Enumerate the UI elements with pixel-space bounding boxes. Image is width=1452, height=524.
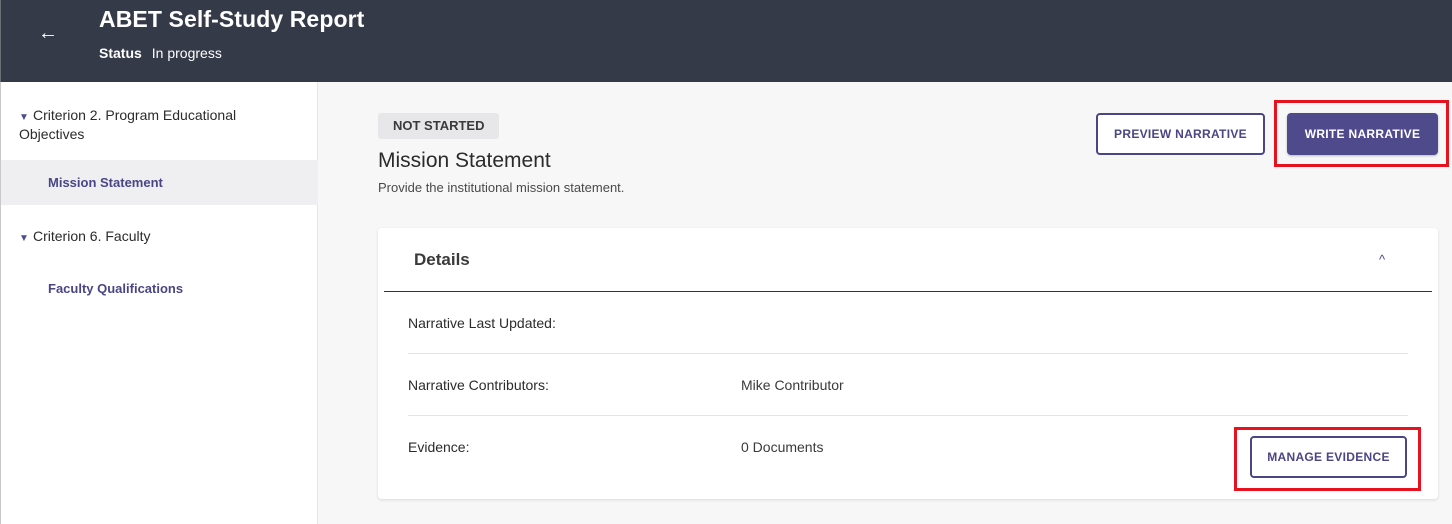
caret-down-icon: ▼ (19, 112, 29, 123)
details-card: Details ^ Narrative Last Updated: Narrat… (378, 228, 1438, 499)
criterion-label: Criterion 2. Program Educational Objecti… (19, 107, 237, 142)
sidebar-item-mission-statement[interactable]: Mission Statement (1, 160, 318, 205)
evidence-label: Evidence: (408, 439, 470, 455)
evidence-value: 0 Documents (741, 439, 824, 455)
status-label: Status (99, 45, 142, 61)
write-narrative-button[interactable]: WRITE NARRATIVE (1287, 113, 1438, 155)
sidebar: ▼ Criterion 2. Program Educational Object… (0, 82, 318, 524)
app-header: ← ABET Self-Study Report Status In progre… (0, 0, 1452, 82)
narrative-contributors-label: Narrative Contributors: (408, 377, 549, 393)
caret-down-icon: ▼ (19, 233, 29, 244)
divider (408, 415, 1408, 416)
chevron-up-icon: ^ (1378, 252, 1386, 267)
sidebar-item-label: Faculty Qualifications (48, 281, 184, 296)
divider (408, 353, 1408, 354)
preview-narrative-button[interactable]: PREVIEW NARRATIVE (1096, 113, 1265, 155)
details-title: Details (414, 250, 470, 269)
main-content: NOT STARTED Mission Statement Provide th… (319, 82, 1452, 524)
sidebar-criterion-6[interactable]: ▼ Criterion 6. Faculty (19, 228, 150, 247)
manage-evidence-button[interactable]: MANAGE EVIDENCE (1250, 436, 1407, 478)
status-row: Status In progress (99, 45, 222, 61)
sidebar-item-label: Mission Statement (48, 175, 163, 190)
page-title: ABET Self-Study Report (99, 6, 365, 32)
sidebar-criterion-2[interactable]: ▼ Criterion 2. Program Educational Object… (19, 107, 289, 143)
narrative-contributors-value: Mike Contributor (741, 377, 844, 393)
status-badge: NOT STARTED (378, 113, 500, 139)
section-subtitle: Provide the institutional mission statem… (378, 180, 625, 195)
section-title: Mission Statement (378, 149, 551, 172)
divider (384, 291, 1432, 292)
narrative-last-updated-label: Narrative Last Updated: (408, 315, 556, 331)
sidebar-item-faculty-qualifications[interactable]: Faculty Qualifications (1, 266, 318, 311)
status-value: In progress (151, 45, 222, 61)
criterion-label: Criterion 6. Faculty (33, 228, 151, 244)
back-button[interactable]: ← (33, 18, 63, 48)
arrow-left-icon: ← (38, 22, 58, 44)
collapse-button[interactable]: ^ (1368, 248, 1396, 272)
